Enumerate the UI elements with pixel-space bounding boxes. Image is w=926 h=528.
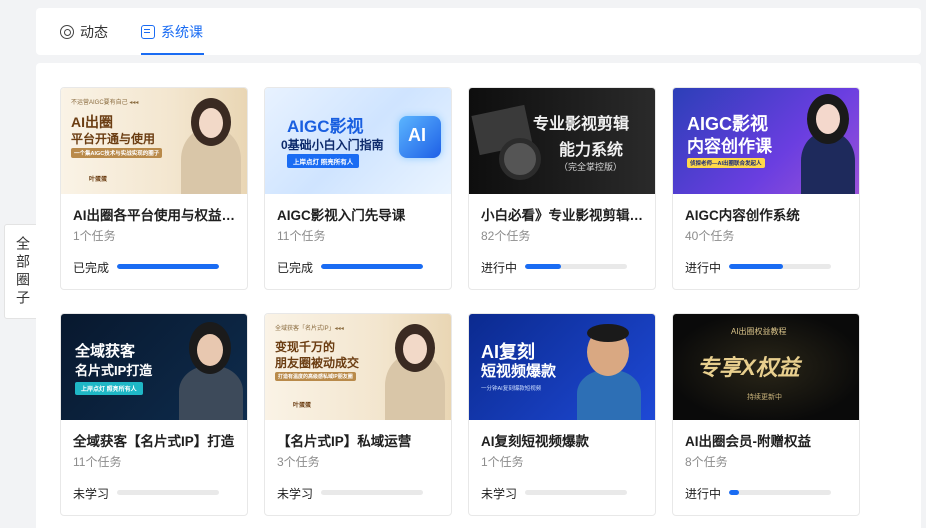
course-task-count: 1个任务 (481, 455, 524, 469)
presenter-image (577, 370, 641, 420)
course-status: 未学习 (73, 487, 110, 501)
course-cover: 不运营AIGC要有自己 ◂◂◂ AI出圈 平台开通与使用 一个集AIGC技术与实… (61, 88, 247, 194)
course-card[interactable]: 全域获客 名片式IP打造 上岸点灯 照亮所有人 全域获客【名片式IP】打造 11… (60, 313, 248, 516)
course-status: 已完成 (277, 261, 314, 275)
cover-text: 叶蛋蛋 (293, 403, 312, 409)
course-cover: 专业影视剪辑 能力系统 （完全掌控版） (469, 88, 655, 194)
activity-icon (60, 24, 74, 39)
course-status: 未学习 (481, 487, 518, 501)
course-cover: AI出圈权益教程 专享X权益 持续更新中 (673, 314, 859, 420)
course-title: AI复刻短视频爆款 (481, 434, 589, 449)
cover-text: 全域获客「名片式IP」◂◂◂ (275, 326, 344, 332)
progress-fill (729, 264, 784, 269)
cover-text: 0基础小白入门指南 (281, 138, 384, 152)
presenter-image (179, 366, 243, 420)
cover-text: AI出圈权益教程 (731, 327, 787, 336)
progress-fill (729, 490, 740, 495)
course-title: 全域获客【名片式IP】打造 (73, 434, 235, 449)
cover-text: AI出圈 (71, 114, 113, 130)
cover-text: 能力系统 (559, 140, 624, 159)
course-status: 未学习 (277, 487, 314, 501)
cover-text: 侦探老师—AI出圈联合发起人 (687, 158, 765, 168)
course-cover: AI复刻 短视频爆款 一分钟AI复刻爆款短视频 (469, 314, 655, 420)
course-cover: 全域获客「名片式IP」◂◂◂ 变现千万的 朋友圈被动成交 打造有温度的高级感私域… (265, 314, 451, 420)
progress-fill (321, 264, 423, 269)
presenter-image (197, 334, 223, 366)
cover-text: 持续更新中 (747, 394, 782, 401)
progress-bar (321, 264, 423, 269)
cover-text: 上岸点灯 照亮所有人 (75, 382, 143, 395)
course-title: 【名片式IP】私域运营 (277, 434, 412, 449)
progress-bar (525, 264, 627, 269)
course-task-count: 82个任务 (481, 229, 531, 243)
course-task-count: 11个任务 (73, 455, 122, 469)
progress-bar (525, 490, 627, 495)
course-title: AI出圈会员-附赠权益 (685, 434, 811, 449)
cover-text: 不运营AIGC要有自己 ◂◂◂ (71, 100, 139, 106)
course-task-count: 3个任务 (277, 455, 320, 469)
tab-system-course[interactable]: 系统课 (141, 8, 203, 55)
cover-text: 专享X权益 (697, 355, 800, 380)
cover-text: 内容创作课 (687, 137, 772, 156)
course-status: 已完成 (73, 261, 110, 275)
progress-bar (321, 490, 423, 495)
course-card[interactable]: AI复刻 短视频爆款 一分钟AI复刻爆款短视频 AI复刻短视频爆款 1个任务 未… (468, 313, 656, 516)
course-icon (141, 24, 155, 39)
course-status: 进行中 (481, 261, 518, 275)
course-title: AI出圈各平台使用与权益说明 (73, 208, 237, 223)
progress-bar (117, 264, 219, 269)
cover-text: 叶蛋蛋 (89, 177, 108, 183)
cover-text: 变现千万的 (275, 340, 336, 354)
course-status: 进行中 (685, 487, 722, 501)
course-title: AIGC内容创作系统 (685, 208, 800, 223)
cover-text: 上岸点灯 照亮所有人 (287, 154, 360, 168)
course-task-count: 1个任务 (73, 229, 116, 243)
presenter-image (816, 104, 840, 134)
presenter-image (587, 324, 629, 342)
presenter-image (403, 334, 427, 364)
course-grid: 不运营AIGC要有自己 ◂◂◂ AI出圈 平台开通与使用 一个集AIGC技术与实… (36, 63, 921, 528)
course-cover: AIGC影视 0基础小白入门指南 上岸点灯 照亮所有人 AI (265, 88, 451, 194)
tab-activity[interactable]: 动态 (60, 8, 108, 55)
course-status: 进行中 (685, 261, 722, 275)
tab-activity-label: 动态 (80, 23, 108, 40)
course-title: 小白必看》专业影视剪辑能力系统 (481, 208, 645, 223)
cover-text: 朋友圈被动成交 (275, 356, 360, 370)
progress-bar (729, 490, 831, 495)
course-card[interactable]: 不运营AIGC要有自己 ◂◂◂ AI出圈 平台开通与使用 一个集AIGC技术与实… (60, 87, 248, 290)
cover-text: AI (408, 125, 426, 145)
presenter-image (199, 108, 223, 138)
progress-fill (525, 264, 561, 269)
course-card[interactable]: 全域获客「名片式IP」◂◂◂ 变现千万的 朋友圈被动成交 打造有温度的高级感私域… (264, 313, 452, 516)
course-title: AIGC影视入门先导课 (277, 208, 406, 223)
all-circles-label: 全部圈子 (15, 235, 31, 308)
cover-text: 平台开通与使用 (71, 132, 156, 146)
course-card[interactable]: 专业影视剪辑 能力系统 （完全掌控版） 小白必看》专业影视剪辑能力系统 82个任… (468, 87, 656, 290)
cover-text: 打造有温度的高级感私域IP朋友圈 (275, 372, 356, 381)
cover-text: AIGC影视 (287, 117, 364, 136)
course-cover: AIGC影视 内容创作课 侦探老师—AI出圈联合发起人 (673, 88, 859, 194)
course-task-count: 40个任务 (685, 229, 735, 243)
course-cover: 全域获客 名片式IP打造 上岸点灯 照亮所有人 (61, 314, 247, 420)
tab-system-course-label: 系统课 (161, 23, 203, 40)
cover-text: 一个集AIGC技术与实战实现的圈子 (71, 148, 163, 158)
cover-text: 名片式IP打造 (75, 363, 153, 378)
progress-fill (117, 264, 219, 269)
course-task-count: 8个任务 (685, 455, 728, 469)
course-card[interactable]: AIGC影视 内容创作课 侦探老师—AI出圈联合发起人 AIGC内容创作系统 4… (672, 87, 860, 290)
cover-text: 全域获客 (75, 343, 136, 360)
progress-bar (117, 490, 219, 495)
film-reel-icon (499, 138, 541, 180)
cover-text: 短视频爆款 (481, 363, 557, 380)
cover-text: 一分钟AI复刻爆款短视频 (481, 386, 542, 392)
cover-text: 专业影视剪辑 (533, 114, 630, 133)
course-card[interactable]: AI出圈权益教程 专享X权益 持续更新中 AI出圈会员-附赠权益 8个任务 进行… (672, 313, 860, 516)
course-card[interactable]: AIGC影视 0基础小白入门指南 上岸点灯 照亮所有人 AI AIGC影视入门先… (264, 87, 452, 290)
active-tab-indicator (141, 53, 204, 55)
tab-bar: 动态 系统课 (36, 8, 921, 55)
cover-text: （完全掌控版） (559, 162, 623, 172)
progress-bar (729, 264, 831, 269)
course-task-count: 11个任务 (277, 229, 326, 243)
